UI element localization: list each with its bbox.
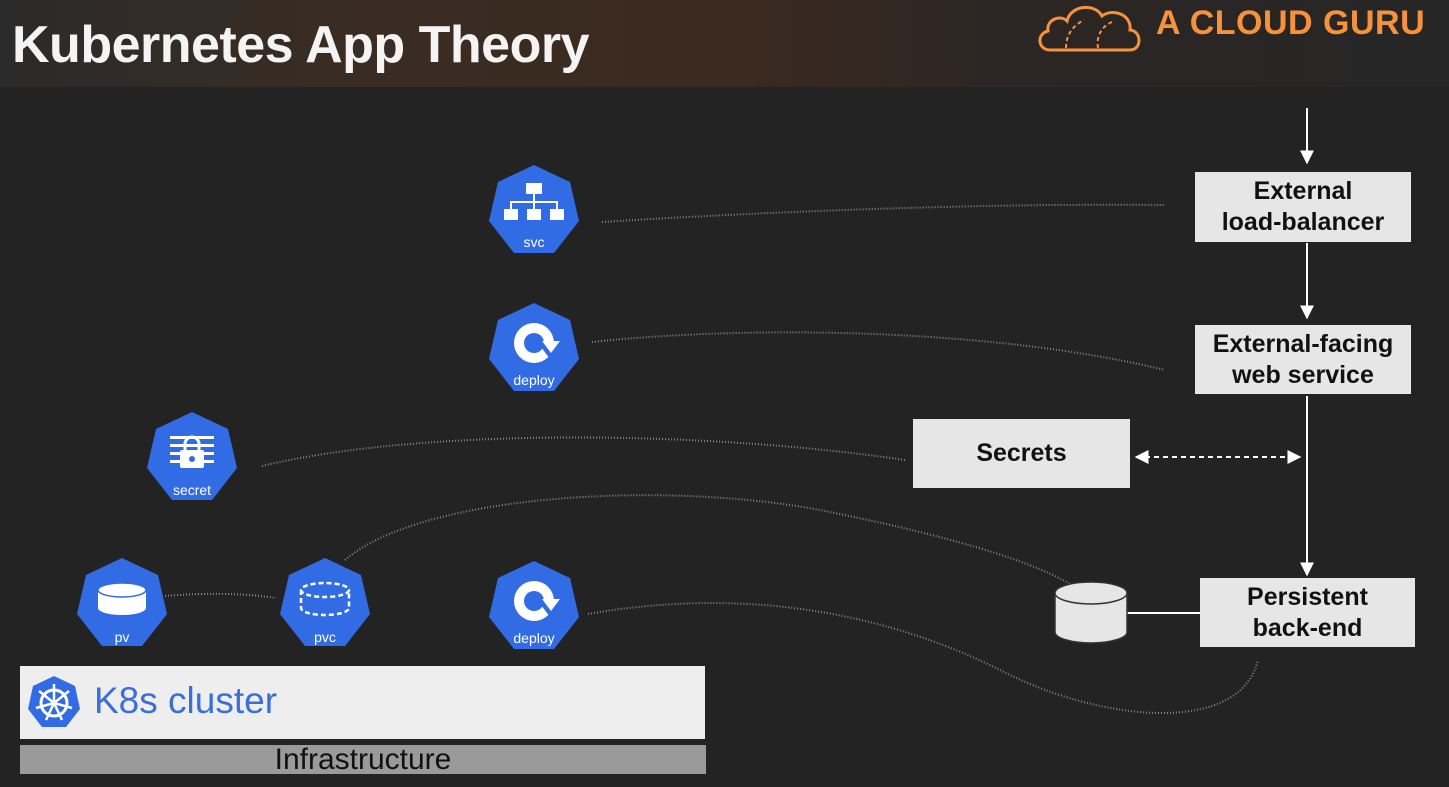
secret-node: secret (147, 412, 237, 500)
node-label: pv (115, 629, 130, 645)
svc-to-loadbalancer-line (601, 203, 1166, 223)
pvc-node: pvc (280, 558, 370, 646)
pvc-to-storage-line (344, 494, 1083, 593)
pv-to-pvc-line (164, 592, 277, 599)
node-label: deploy (513, 630, 554, 646)
deploy-to-webservice-line (591, 331, 1166, 371)
node-label: pvc (314, 629, 336, 645)
load-balancer-box: External load-balancer (1195, 172, 1411, 242)
storage-cylinder-icon (1054, 581, 1128, 644)
kubernetes-wheel-icon (28, 676, 80, 727)
secrets-box: Secrets (913, 419, 1130, 488)
deploy-node: deploy (489, 303, 579, 391)
k8s-cluster-bar: K8s cluster (20, 666, 705, 739)
svc-node: svc (489, 165, 579, 253)
node-label: deploy (513, 372, 554, 388)
backend-box: Persistent back-end (1200, 578, 1415, 647)
infrastructure-bar: Infrastructure (20, 745, 706, 775)
pv-node: pv (77, 558, 167, 646)
k8s-cluster-label: K8s cluster (94, 680, 278, 721)
node-label: svc (524, 234, 545, 250)
deploy-backend-node: deploy (489, 561, 579, 649)
disk-icon (97, 582, 147, 615)
node-label: secret (173, 482, 211, 498)
secret-to-secrets-line (261, 436, 906, 467)
web-service-box: External-facing web service (1195, 325, 1411, 394)
